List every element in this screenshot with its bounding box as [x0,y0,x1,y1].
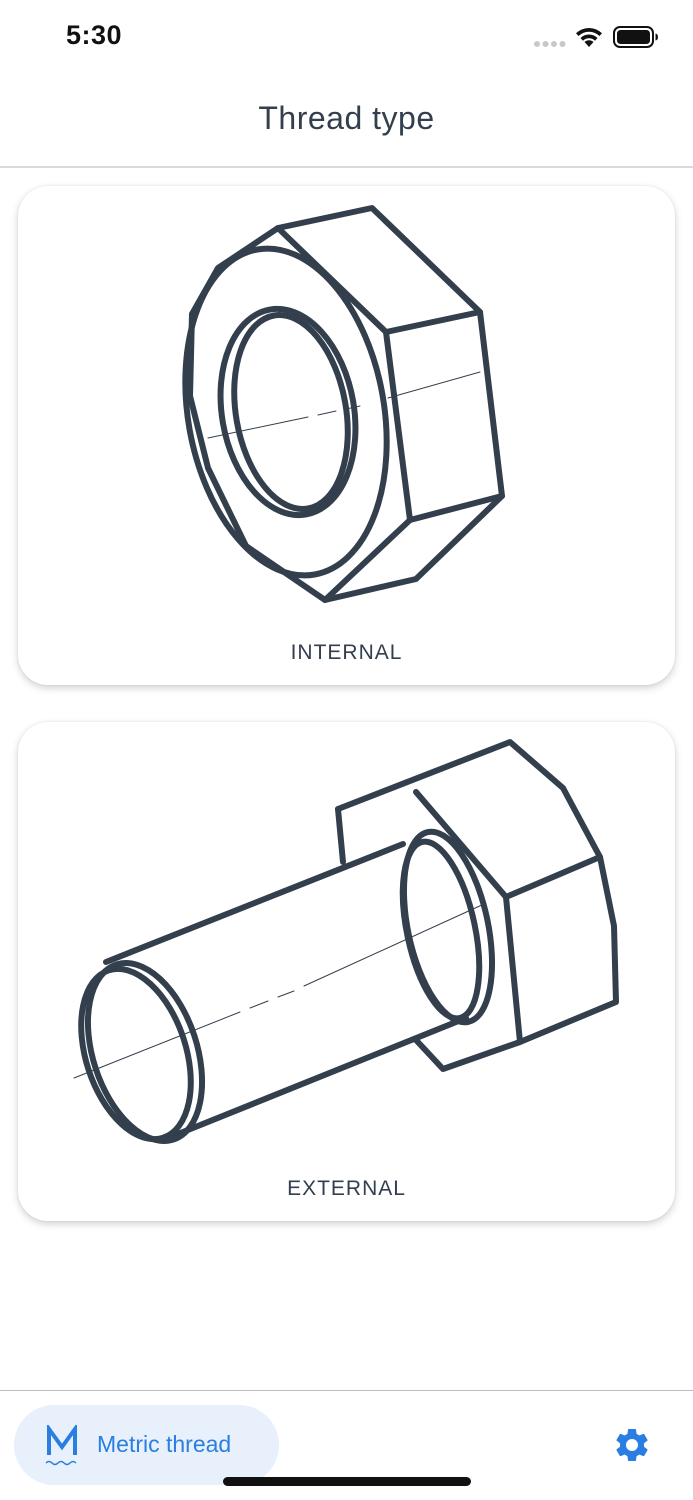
cellular-signal-icon [534,41,566,47]
home-indicator [223,1477,471,1486]
external-thread-card[interactable]: EXTERNAL [18,722,675,1221]
internal-thread-card[interactable]: INTERNAL [18,186,675,685]
status-time: 5:30 [66,20,123,50]
external-label: EXTERNAL [287,1177,406,1200]
metric-thread-button[interactable]: Metric thread [14,1405,279,1485]
navigation-header: Thread type [0,80,693,168]
battery-icon [613,26,658,48]
internal-label: INTERNAL [290,641,403,664]
page-title: Thread type [258,100,435,136]
wifi-icon [576,27,602,47]
hex-bolt-icon [73,739,619,1144]
thread-type-screen: 5:30 Thread type INTERNAL EXTERNAL Metri… [0,0,693,1500]
gear-icon[interactable] [612,1425,652,1465]
metric-m-icon [45,1425,77,1466]
hex-nut-icon [182,205,505,603]
status-bar: 5:30 [0,0,693,80]
metric-thread-label: Metric thread [97,1431,232,1457]
